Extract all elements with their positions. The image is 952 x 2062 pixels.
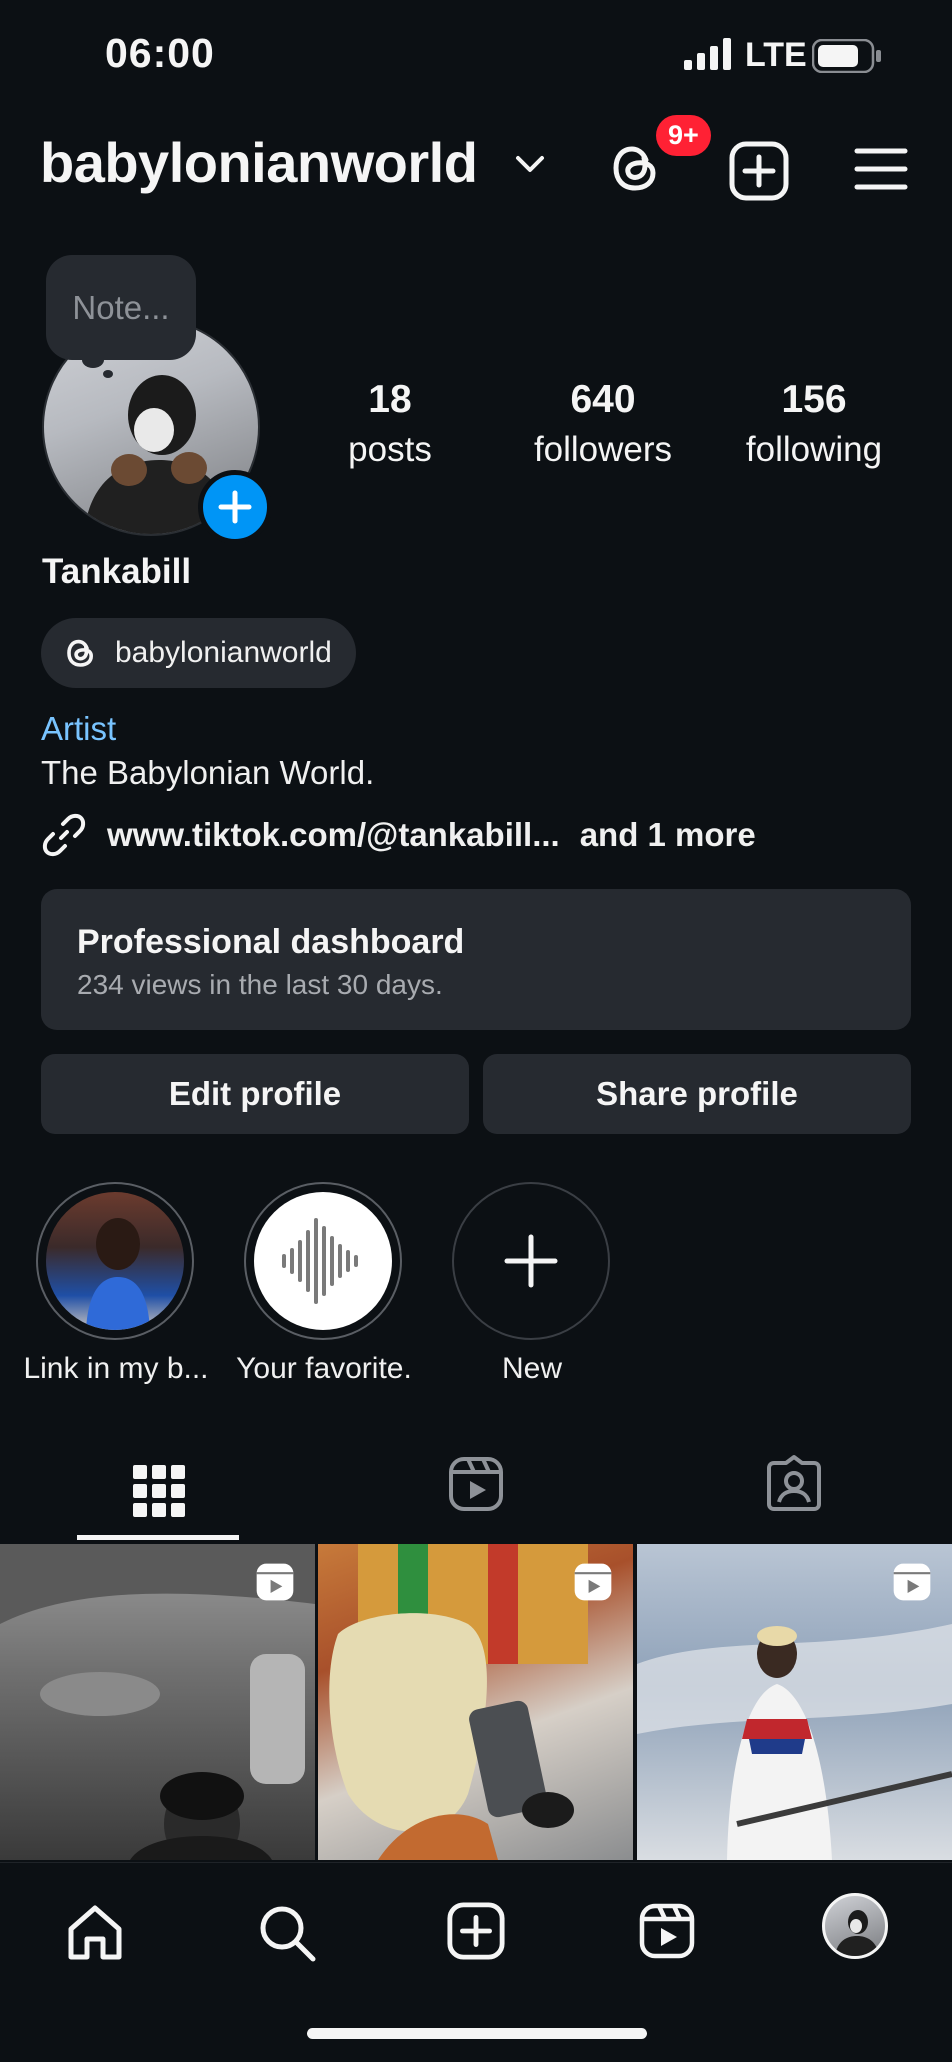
menu-icon[interactable] [854,146,908,192]
posts-count[interactable]: 18 posts [330,378,450,470]
reels-icon [449,1457,503,1511]
new-post-icon[interactable] [728,140,790,202]
note-bubble-tail [82,352,104,368]
highlight-label: Link in my b... [23,1352,209,1385]
professional-dashboard[interactable]: Professional dashboard 234 views in the … [41,889,911,1030]
account-username[interactable]: babylonianworld [40,130,478,195]
dashboard-subtitle: 234 views in the last 30 days. [77,969,443,1000]
cellular-signal-icon [684,38,731,70]
chevron-down-icon[interactable] [514,153,546,175]
followers-count[interactable]: 640 followers [520,378,686,470]
dashboard-title: Professional dashboard [77,923,465,961]
link-text[interactable]: www.tiktok.com/@tankabill... [107,816,560,854]
following-count-label: following [745,430,883,469]
threads-handle: babylonianworld [115,636,332,669]
link-icon [42,813,86,857]
note-bubble-tail [103,370,113,378]
highlight-link-in-bio[interactable] [36,1182,194,1340]
add-story-button[interactable] [198,470,272,544]
highlight-label: Your favorite. [236,1352,412,1385]
edit-profile-button[interactable]: Edit profile [41,1054,469,1134]
battery-icon [812,39,881,73]
network-label: LTE [745,36,807,74]
reel-badge-icon [256,1563,294,1601]
reel-badge-icon [893,1563,931,1601]
grid-post[interactable] [0,1544,315,1860]
threads-profile-chip[interactable]: babylonianworld [41,618,356,688]
grid-post[interactable] [637,1544,952,1860]
threads-icon[interactable] [606,138,666,198]
posts-count-label: posts [348,430,432,469]
home-icon[interactable] [63,1901,127,1965]
following-count[interactable]: 156 following [730,378,898,470]
tab-posts-grid[interactable] [120,1452,198,1530]
plus-icon [504,1234,558,1288]
display-name: Tankabill [42,552,192,591]
posts-count-value: 18 [368,378,412,421]
new-highlight-button[interactable] [452,1182,610,1340]
highlight-your-favorite[interactable] [244,1182,402,1340]
threads-icon [67,639,94,667]
tab-tagged[interactable] [764,1454,824,1514]
followers-count-value: 640 [570,378,636,421]
notification-badge[interactable]: 9+ [656,115,711,156]
share-profile-button[interactable]: Share profile [483,1054,911,1134]
create-icon[interactable] [446,1901,506,1961]
tagged-person-icon [767,1455,821,1511]
profile-bio: The Babylonian World. [41,754,375,791]
plus-icon [218,490,252,524]
followers-count-label: followers [533,430,673,469]
profile-avatar-nav[interactable] [822,1893,888,1959]
profile-category: Artist [41,710,117,747]
status-time: 06:00 [105,30,215,76]
reel-badge-icon [574,1563,612,1601]
audio-waveform-icon [282,1218,358,1304]
link-more[interactable]: and 1 more [580,816,756,854]
note-bubble[interactable]: Note... [46,255,196,360]
grid-post[interactable] [318,1544,633,1860]
highlight-cover [254,1192,392,1330]
following-count-value: 156 [781,378,847,421]
grid-icon [133,1465,185,1517]
tab-reels[interactable] [446,1454,506,1514]
home-indicator [307,2028,647,2039]
search-icon[interactable] [255,1901,319,1965]
highlight-label: New [501,1352,562,1385]
reels-icon[interactable] [637,1901,697,1961]
active-tab-indicator [77,1535,239,1540]
profile-links[interactable]: www.tiktok.com/@tankabill... and 1 more [41,812,756,858]
highlight-cover [46,1192,184,1330]
